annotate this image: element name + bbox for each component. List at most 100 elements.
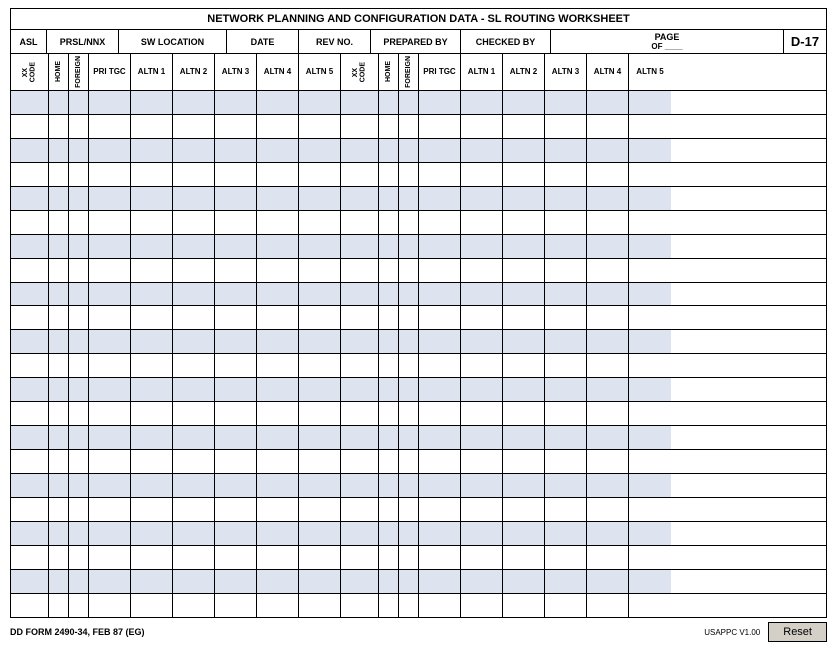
data-cell[interactable] <box>69 139 89 162</box>
data-cell[interactable] <box>461 474 503 497</box>
data-cell[interactable] <box>379 283 399 306</box>
data-cell[interactable] <box>131 187 173 210</box>
data-cell[interactable] <box>69 522 89 545</box>
data-cell[interactable] <box>215 139 257 162</box>
data-cell[interactable] <box>399 283 419 306</box>
data-cell[interactable] <box>257 426 299 449</box>
data-cell[interactable] <box>49 546 69 569</box>
data-cell[interactable] <box>419 378 461 401</box>
data-cell[interactable] <box>399 259 419 282</box>
data-cell[interactable] <box>49 115 69 138</box>
data-cell[interactable] <box>299 211 341 234</box>
data-cell[interactable] <box>69 115 89 138</box>
data-cell[interactable] <box>399 594 419 617</box>
data-cell[interactable] <box>461 354 503 377</box>
data-cell[interactable] <box>503 163 545 186</box>
data-cell[interactable] <box>545 211 587 234</box>
data-cell[interactable] <box>341 378 379 401</box>
data-cell[interactable] <box>89 570 131 593</box>
data-cell[interactable] <box>545 259 587 282</box>
data-cell[interactable] <box>419 522 461 545</box>
data-cell[interactable] <box>341 139 379 162</box>
data-cell[interactable] <box>173 330 215 353</box>
data-cell[interactable] <box>629 498 671 521</box>
data-cell[interactable] <box>341 474 379 497</box>
data-cell[interactable] <box>257 522 299 545</box>
data-cell[interactable] <box>299 259 341 282</box>
data-cell[interactable] <box>461 139 503 162</box>
data-cell[interactable] <box>341 115 379 138</box>
data-cell[interactable] <box>131 283 173 306</box>
data-cell[interactable] <box>11 474 49 497</box>
data-cell[interactable] <box>11 306 49 329</box>
data-cell[interactable] <box>399 474 419 497</box>
data-cell[interactable] <box>299 330 341 353</box>
data-cell[interactable] <box>11 594 49 617</box>
data-cell[interactable] <box>11 235 49 258</box>
data-cell[interactable] <box>299 498 341 521</box>
data-cell[interactable] <box>257 330 299 353</box>
data-cell[interactable] <box>419 594 461 617</box>
data-cell[interactable] <box>419 426 461 449</box>
data-cell[interactable] <box>341 259 379 282</box>
data-cell[interactable] <box>299 450 341 473</box>
data-cell[interactable] <box>419 570 461 593</box>
data-cell[interactable] <box>419 354 461 377</box>
data-cell[interactable] <box>341 546 379 569</box>
data-cell[interactable] <box>299 570 341 593</box>
data-cell[interactable] <box>629 91 671 114</box>
data-cell[interactable] <box>299 378 341 401</box>
data-cell[interactable] <box>173 163 215 186</box>
data-cell[interactable] <box>503 91 545 114</box>
data-cell[interactable] <box>173 570 215 593</box>
data-cell[interactable] <box>173 115 215 138</box>
data-cell[interactable] <box>629 163 671 186</box>
data-cell[interactable] <box>173 139 215 162</box>
data-cell[interactable] <box>11 522 49 545</box>
data-cell[interactable] <box>49 474 69 497</box>
data-cell[interactable] <box>545 306 587 329</box>
data-cell[interactable] <box>379 546 399 569</box>
data-cell[interactable] <box>461 211 503 234</box>
data-cell[interactable] <box>379 187 399 210</box>
data-cell[interactable] <box>379 354 399 377</box>
data-cell[interactable] <box>419 115 461 138</box>
data-cell[interactable] <box>49 283 69 306</box>
data-cell[interactable] <box>173 546 215 569</box>
data-cell[interactable] <box>629 426 671 449</box>
data-cell[interactable] <box>69 91 89 114</box>
data-cell[interactable] <box>629 546 671 569</box>
data-cell[interactable] <box>49 354 69 377</box>
data-cell[interactable] <box>299 522 341 545</box>
data-cell[interactable] <box>341 426 379 449</box>
data-cell[interactable] <box>215 354 257 377</box>
data-cell[interactable] <box>503 330 545 353</box>
data-cell[interactable] <box>173 91 215 114</box>
data-cell[interactable] <box>89 163 131 186</box>
data-cell[interactable] <box>399 163 419 186</box>
data-cell[interactable] <box>89 259 131 282</box>
data-cell[interactable] <box>89 378 131 401</box>
data-cell[interactable] <box>461 235 503 258</box>
data-cell[interactable] <box>299 546 341 569</box>
data-cell[interactable] <box>587 306 629 329</box>
data-cell[interactable] <box>69 235 89 258</box>
data-cell[interactable] <box>69 378 89 401</box>
data-cell[interactable] <box>173 259 215 282</box>
data-cell[interactable] <box>419 474 461 497</box>
data-cell[interactable] <box>215 91 257 114</box>
data-cell[interactable] <box>379 378 399 401</box>
data-cell[interactable] <box>587 139 629 162</box>
data-cell[interactable] <box>131 498 173 521</box>
data-cell[interactable] <box>215 426 257 449</box>
data-cell[interactable] <box>89 187 131 210</box>
data-cell[interactable] <box>503 306 545 329</box>
data-cell[interactable] <box>49 259 69 282</box>
data-cell[interactable] <box>587 402 629 425</box>
data-cell[interactable] <box>49 330 69 353</box>
data-cell[interactable] <box>49 139 69 162</box>
data-cell[interactable] <box>299 306 341 329</box>
data-cell[interactable] <box>69 187 89 210</box>
data-cell[interactable] <box>49 402 69 425</box>
data-cell[interactable] <box>11 283 49 306</box>
